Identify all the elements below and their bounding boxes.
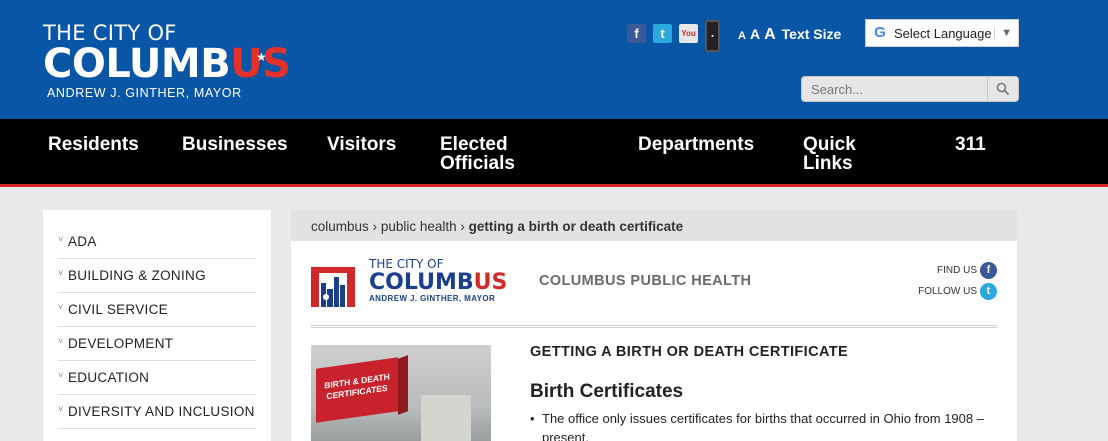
article: GETTING A BIRTH OR DEATH CERTIFICATE Bir… bbox=[530, 344, 1000, 441]
nav-businesses[interactable]: Businesses bbox=[182, 135, 288, 154]
facebook-icon[interactable]: f bbox=[627, 24, 646, 43]
main-nav: Residents Businesses Visitors Elected Of… bbox=[0, 119, 1108, 187]
nav-residents[interactable]: Residents bbox=[48, 135, 139, 154]
breadcrumb-current: getting a birth or death certificate bbox=[468, 219, 684, 234]
nav-visitors[interactable]: Visitors bbox=[327, 135, 396, 154]
search-input[interactable] bbox=[802, 77, 988, 101]
search-button[interactable] bbox=[987, 77, 1018, 101]
text-size-small-button[interactable]: A bbox=[738, 30, 746, 42]
photo-sign-edge bbox=[398, 355, 408, 415]
sidebar-item-diversity-inclusion[interactable]: ˅ DIVERSITY AND INCLUSION bbox=[58, 395, 256, 429]
dept-logo-columb: COLUMB bbox=[369, 270, 474, 295]
breadcrumb: columbus › public health › getting a bir… bbox=[291, 210, 1017, 241]
chevron-down-icon: ˅ bbox=[58, 403, 64, 414]
text-size-label: Text Size bbox=[781, 26, 842, 42]
chevron-down-icon: ˅ bbox=[58, 335, 64, 346]
sidebar-item-label: EDUCATION bbox=[68, 370, 150, 385]
follow-us-label: FOLLOW US bbox=[918, 286, 977, 297]
city-skyline-logo-icon bbox=[311, 267, 355, 307]
nav-elected-officials[interactable]: Elected Officials bbox=[440, 135, 550, 173]
main-content: columbus › public health › getting a bir… bbox=[291, 210, 1017, 441]
breadcrumb-link-public-health[interactable]: public health bbox=[381, 219, 457, 234]
chevron-down-icon: ˅ bbox=[58, 301, 64, 312]
breadcrumb-link-columbus[interactable]: columbus bbox=[311, 219, 369, 234]
facebook-icon: f bbox=[980, 262, 997, 279]
certificates-office-photo: BIRTH & DEATH CERTIFICATES bbox=[311, 345, 491, 441]
social-links: f t You ▪ bbox=[627, 20, 720, 52]
sidebar-item-label: BUILDING & ZONING bbox=[68, 268, 206, 283]
twitter-icon[interactable]: t bbox=[653, 24, 672, 43]
department-name: COLUMBUS PUBLIC HEALTH bbox=[539, 273, 752, 289]
text-size-medium-button[interactable]: A bbox=[750, 26, 760, 42]
text-size-controls: A A A Text Size bbox=[738, 26, 841, 44]
sidebar-item-development[interactable]: ˅ DEVELOPMENT bbox=[58, 327, 256, 361]
chevron-down-icon: ˅ bbox=[58, 233, 64, 244]
language-select-label: Select Language bbox=[894, 25, 992, 41]
sidebar: ˅ ADA ˅ BUILDING & ZONING ˅ CIVIL SERVIC… bbox=[43, 210, 271, 441]
dept-logo-us: US bbox=[473, 270, 508, 295]
nav-quick-links[interactable]: Quick Links bbox=[803, 135, 873, 173]
site-header: THE CITY OF COLUMBUS ★ ANDREW J. GINTHER… bbox=[0, 0, 1108, 119]
page-title: GETTING A BIRTH OR DEATH CERTIFICATE bbox=[530, 344, 849, 360]
text-size-large-button[interactable]: A bbox=[764, 26, 776, 44]
search-box bbox=[801, 76, 1019, 102]
find-us-link[interactable]: FIND US f bbox=[918, 260, 997, 281]
mobile-app-icon[interactable]: ▪ bbox=[705, 20, 720, 52]
city-logo[interactable]: THE CITY OF COLUMBUS ★ ANDREW J. GINTHER… bbox=[43, 22, 291, 100]
section-heading: Birth Certificates bbox=[530, 381, 684, 402]
sidebar-item-education[interactable]: ˅ EDUCATION bbox=[58, 361, 256, 395]
sidebar-item-label: ADA bbox=[68, 234, 97, 249]
dropdown-arrow-icon: ▼ bbox=[994, 27, 1018, 39]
photo-door bbox=[421, 395, 471, 441]
list-item: The office only issues certificates for … bbox=[530, 409, 1000, 441]
photo-sign: BIRTH & DEATH CERTIFICATES bbox=[316, 357, 398, 423]
chevron-down-icon: ˅ bbox=[58, 267, 64, 278]
youtube-icon[interactable]: You bbox=[679, 24, 698, 43]
department-header: THE CITY OF COLUMBUS ANDREW J. GINTHER, … bbox=[311, 258, 997, 328]
nav-311[interactable]: 311 bbox=[955, 135, 986, 154]
sidebar-item-label: DEVELOPMENT bbox=[68, 336, 174, 351]
google-icon: G bbox=[874, 24, 886, 41]
logo-columb-text: COLUMB bbox=[43, 41, 231, 87]
breadcrumb-separator: › bbox=[460, 219, 465, 234]
sidebar-item-label: CIVIL SERVICE bbox=[68, 302, 168, 317]
bullet-list: The office only issues certificates for … bbox=[530, 409, 1000, 441]
chevron-down-icon: ˅ bbox=[58, 369, 64, 380]
find-follow-links: FIND US f FOLLOW US t bbox=[918, 260, 997, 302]
logo-line-2: COLUMBUS ★ bbox=[43, 44, 291, 84]
dept-logo-mayor: ANDREW J. GINTHER, MAYOR bbox=[369, 294, 496, 303]
sidebar-item-label: DIVERSITY AND INCLUSION bbox=[68, 404, 255, 419]
sidebar-item-ada[interactable]: ˅ ADA bbox=[58, 225, 256, 259]
star-icon: ★ bbox=[256, 50, 267, 64]
language-select[interactable]: G Select Language ▼ bbox=[865, 19, 1019, 47]
sidebar-item-building-zoning[interactable]: ˅ BUILDING & ZONING bbox=[58, 259, 256, 293]
breadcrumb-separator: › bbox=[372, 219, 378, 234]
follow-us-link[interactable]: FOLLOW US t bbox=[918, 281, 997, 302]
dept-logo-line-2: COLUMBUS bbox=[369, 271, 507, 294]
twitter-icon: t bbox=[980, 283, 997, 300]
search-icon bbox=[996, 82, 1010, 96]
nav-departments[interactable]: Departments bbox=[638, 135, 754, 154]
logo-mayor: ANDREW J. GINTHER, MAYOR bbox=[47, 86, 242, 100]
department-logo[interactable]: THE CITY OF COLUMBUS ANDREW J. GINTHER, … bbox=[369, 258, 507, 304]
find-us-label: FIND US bbox=[937, 265, 977, 276]
sidebar-item-civil-service[interactable]: ˅ CIVIL SERVICE bbox=[58, 293, 256, 327]
